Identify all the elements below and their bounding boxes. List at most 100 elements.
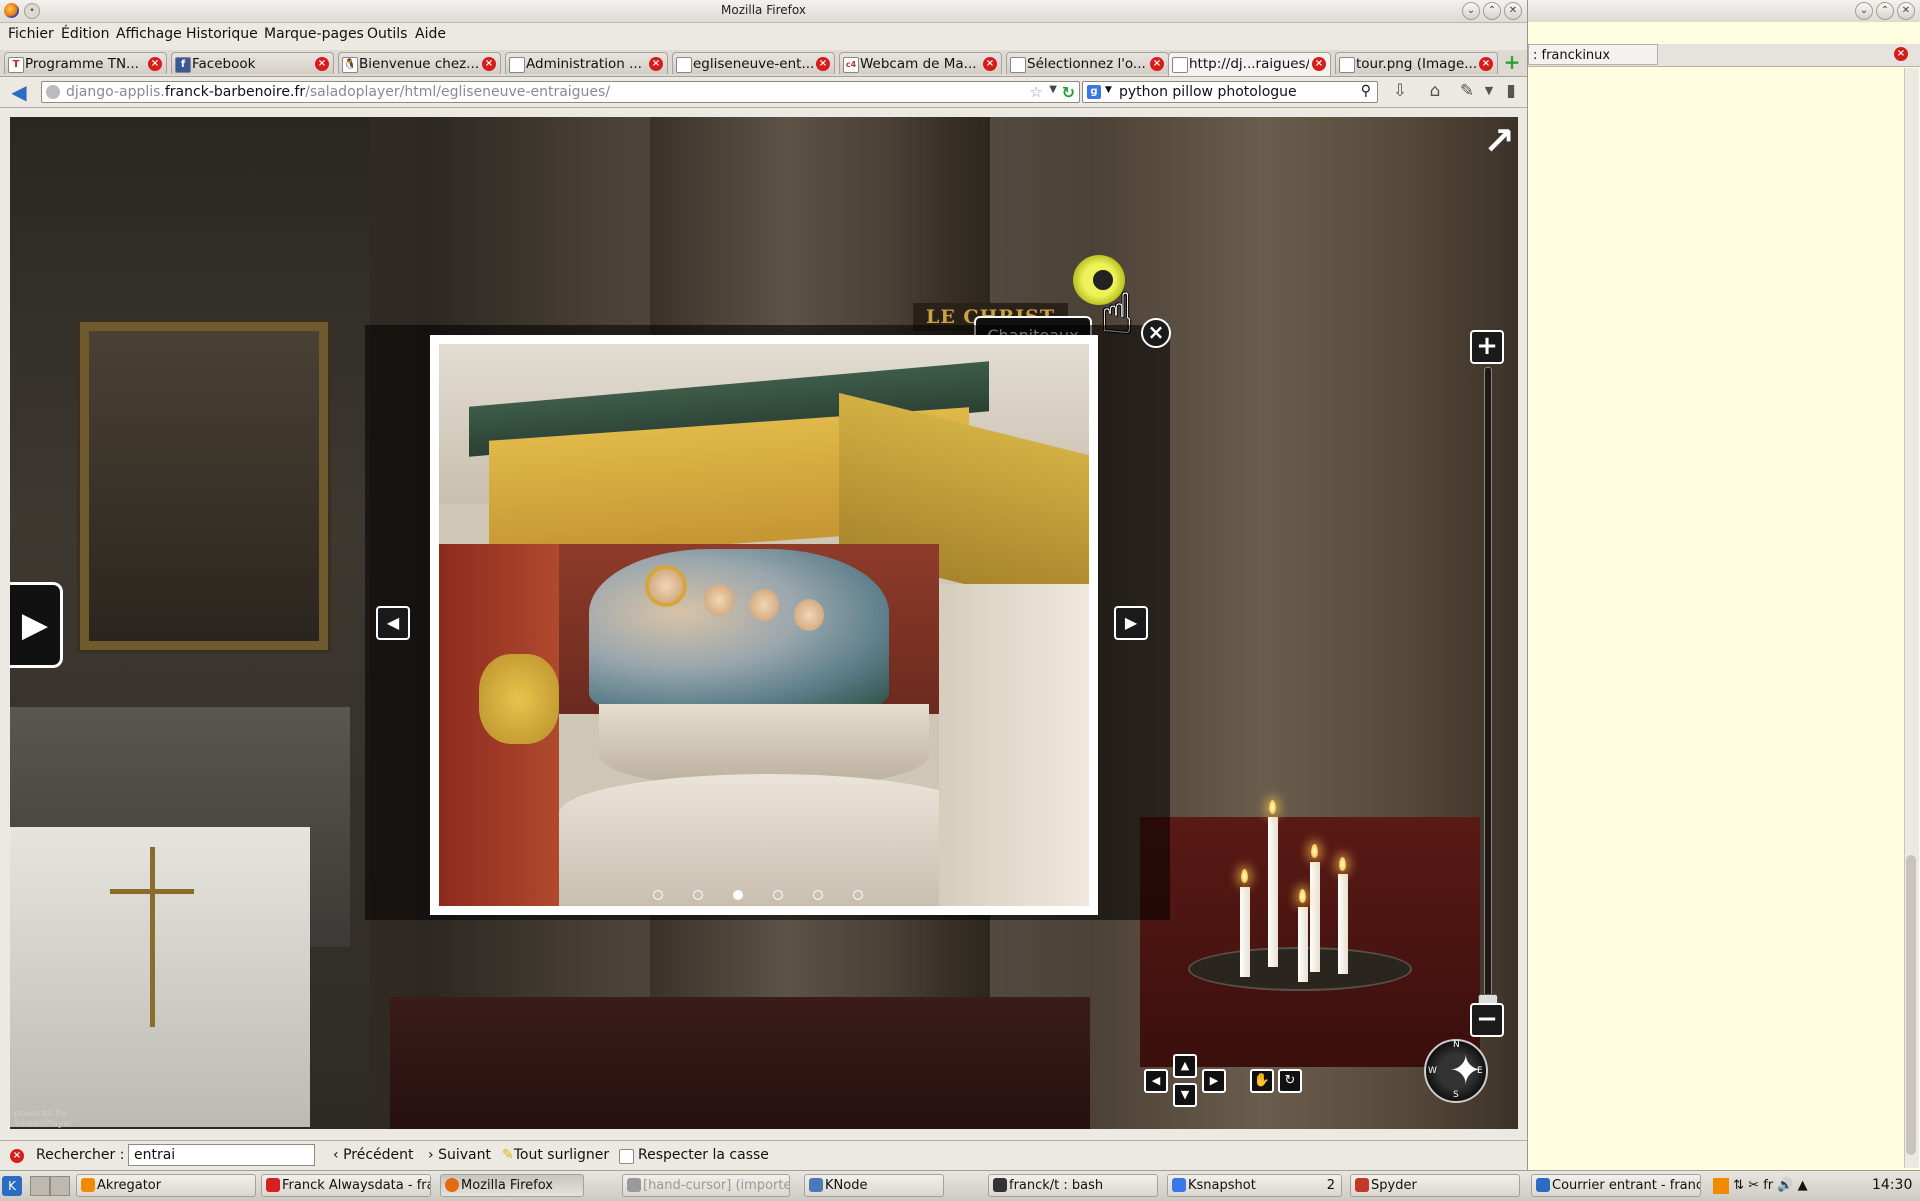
- search-bar[interactable]: g ▼ python pillow photologue ⚲: [1082, 81, 1378, 103]
- task-courrier-entrant[interactable]: Courrier entrant - franc: [1531, 1174, 1701, 1197]
- minimize-button[interactable]: ⌄: [1462, 2, 1480, 20]
- menu-aide[interactable]: Aide: [415, 26, 446, 42]
- secondary-window-titlebar[interactable]: ⌄ ⌃ ✕: [1528, 0, 1920, 22]
- pan-down-button[interactable]: ▼: [1173, 1083, 1197, 1107]
- zoom-out-button[interactable]: −: [1470, 1003, 1504, 1037]
- task-hand-cursor[interactable]: [hand-cursor] (importe: [622, 1174, 790, 1197]
- tab-facebook[interactable]: f Facebook ×: [171, 52, 334, 74]
- volume-icon[interactable]: 🔊: [1777, 1178, 1793, 1193]
- tab-egliseneuve[interactable]: egliseneuve-ent... ×: [672, 52, 835, 74]
- tools-icon[interactable]: ✎: [1456, 80, 1478, 102]
- google-icon[interactable]: g: [1087, 85, 1101, 99]
- task-knode[interactable]: KNode: [804, 1174, 944, 1197]
- desktop-pager-2[interactable]: [50, 1176, 70, 1196]
- gallery-dot-5[interactable]: [813, 890, 823, 900]
- tab-close-icon[interactable]: ×: [1894, 47, 1908, 61]
- task-mozilla-firefox[interactable]: Mozilla Firefox: [440, 1174, 584, 1197]
- task-ksnapshot[interactable]: Ksnapshot 2: [1167, 1174, 1342, 1197]
- tab-programme[interactable]: T Programme TN... ×: [4, 52, 167, 74]
- zoom-slider-track[interactable]: [1484, 367, 1492, 999]
- reload-icon[interactable]: ↻: [1062, 83, 1075, 102]
- keyboard-layout[interactable]: fr: [1763, 1178, 1773, 1193]
- secondary-tab[interactable]: : franckinux: [1528, 44, 1658, 65]
- gallery-dot-3[interactable]: [733, 890, 743, 900]
- gallery-dot-6[interactable]: [853, 890, 863, 900]
- task-akregator[interactable]: Akregator: [76, 1174, 256, 1197]
- pan-up-button[interactable]: ▲: [1173, 1054, 1197, 1078]
- find-close-icon[interactable]: ×: [10, 1149, 24, 1163]
- menu-outils[interactable]: Outils: [367, 26, 407, 42]
- tab-bienvenue[interactable]: 🐧 Bienvenue chez... ×: [338, 52, 501, 74]
- search-input[interactable]: python pillow photologue: [1119, 84, 1297, 100]
- panorama-viewer[interactable]: LE CHRIST Chapiteaux ☝: [10, 117, 1518, 1129]
- close-window-button[interactable]: ✕: [1897, 2, 1915, 20]
- new-tab-button[interactable]: +: [1503, 52, 1521, 72]
- tab-close-icon[interactable]: ×: [1150, 57, 1164, 71]
- find-previous-button[interactable]: ‹ Précédent: [333, 1147, 414, 1163]
- url-text[interactable]: django-applis.franck-barbenoire.fr/salad…: [66, 84, 610, 100]
- highlight-all-button[interactable]: ✎Tout surligner: [502, 1147, 609, 1163]
- desktop-pager-1[interactable]: [30, 1176, 50, 1196]
- menu-marque-pages[interactable]: Marque-pages: [264, 26, 364, 42]
- tab-close-icon[interactable]: ×: [983, 57, 997, 71]
- scrollbar-thumb[interactable]: [1906, 855, 1916, 1155]
- tab-administration[interactable]: Administration ... ×: [505, 52, 668, 74]
- back-button[interactable]: ◀: [8, 81, 30, 103]
- tab-active-saladoplayer[interactable]: http://dj...raigues/ ×: [1168, 52, 1331, 76]
- home-icon[interactable]: ⌂: [1424, 80, 1446, 102]
- rss-tray-icon[interactable]: [1713, 1177, 1729, 1194]
- menu-historique[interactable]: Historique: [186, 26, 258, 42]
- lightbox-prev-button[interactable]: ◀: [376, 606, 410, 640]
- tab-close-icon[interactable]: ×: [816, 57, 830, 71]
- tab-close-icon[interactable]: ×: [649, 57, 663, 71]
- task-franck-alwaysdata[interactable]: Franck Alwaysdata - fra: [261, 1174, 431, 1197]
- bookmark-star-icon[interactable]: ☆: [1030, 83, 1043, 101]
- menu-fichier[interactable]: Fichier: [8, 26, 54, 42]
- pan-left-button[interactable]: ◀: [1144, 1069, 1168, 1093]
- tab-close-icon[interactable]: ×: [1479, 57, 1493, 71]
- tab-selectionnez[interactable]: Sélectionnez l'o... ×: [1006, 52, 1169, 74]
- match-case-checkbox[interactable]: [619, 1149, 634, 1164]
- gallery-dot-2[interactable]: [693, 890, 703, 900]
- bookmarks-icon[interactable]: ▮: [1500, 80, 1522, 102]
- binoculars-icon[interactable]: ⚲: [1361, 83, 1371, 99]
- lightbox-next-button[interactable]: ▶: [1114, 606, 1148, 640]
- maximize-button[interactable]: ⌃: [1876, 2, 1894, 20]
- tools-dropdown-icon[interactable]: ▼: [1478, 80, 1500, 102]
- find-next-button[interactable]: › Suivant: [428, 1147, 491, 1163]
- url-bar[interactable]: django-applis.franck-barbenoire.fr/salad…: [41, 81, 1080, 103]
- close-window-button[interactable]: ✕: [1504, 2, 1522, 20]
- tab-close-icon[interactable]: ×: [315, 57, 329, 71]
- tab-close-icon[interactable]: ×: [148, 57, 162, 71]
- minimize-button[interactable]: ⌄: [1855, 2, 1873, 20]
- task-bash[interactable]: franck/t : bash: [988, 1174, 1158, 1197]
- application-launcher-icon[interactable]: K: [2, 1176, 22, 1196]
- task-spyder[interactable]: Spyder: [1350, 1174, 1520, 1197]
- gallery-dot-1[interactable]: [653, 890, 663, 900]
- scissors-tray-icon[interactable]: ✂: [1748, 1178, 1759, 1193]
- tab-webcam[interactable]: c4 Webcam de Ma... ×: [839, 52, 1002, 74]
- clock[interactable]: 14:30: [1872, 1174, 1912, 1197]
- network-tray-icon[interactable]: ⇅: [1733, 1178, 1744, 1193]
- search-engine-dropdown-icon[interactable]: ▼: [1105, 85, 1112, 95]
- match-case-label[interactable]: Respecter la casse: [638, 1147, 769, 1163]
- site-identity-icon[interactable]: [46, 85, 60, 99]
- maximize-button[interactable]: ⌃: [1483, 2, 1501, 20]
- fullscreen-arrow-icon[interactable]: ↗: [1480, 122, 1518, 160]
- lightbox-close-button[interactable]: ×: [1141, 318, 1171, 348]
- download-icon[interactable]: ⇩: [1389, 80, 1411, 102]
- find-input[interactable]: entrai: [128, 1144, 315, 1166]
- url-dropdown-icon[interactable]: ▼: [1049, 84, 1057, 95]
- side-menu-toggle-button[interactable]: ▶: [10, 582, 63, 668]
- powered-by-saladoplayer[interactable]: powered by SaladoPlayer: [14, 1109, 72, 1129]
- tray-expand-icon[interactable]: ▲: [1798, 1178, 1808, 1193]
- tab-close-icon[interactable]: ×: [1312, 57, 1326, 71]
- capital-photo[interactable]: [439, 344, 1089, 906]
- gallery-dot-4[interactable]: [773, 890, 783, 900]
- menu-edition[interactable]: Édition: [61, 26, 109, 42]
- window-titlebar[interactable]: • Mozilla Firefox ⌄ ⌃ ✕: [0, 0, 1527, 23]
- pan-right-button[interactable]: ▶: [1202, 1069, 1226, 1093]
- zoom-in-button[interactable]: +: [1470, 330, 1504, 364]
- autorotate-icon[interactable]: ↻: [1278, 1069, 1302, 1093]
- tab-close-icon[interactable]: ×: [482, 57, 496, 71]
